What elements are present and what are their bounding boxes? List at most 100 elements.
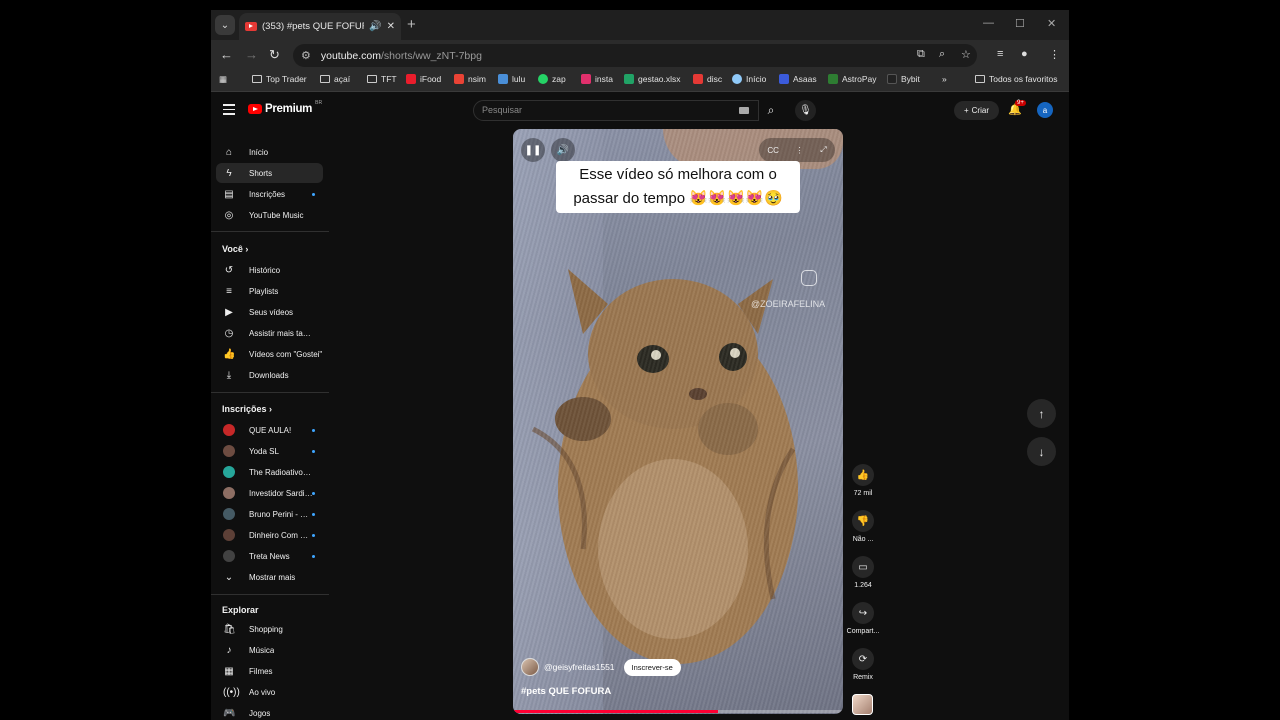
more-options-icon[interactable]: ⋮ — [796, 146, 804, 155]
subscribe-button[interactable]: Inscrever-se — [623, 658, 681, 676]
channel-avatar[interactable] — [521, 658, 539, 676]
menu-kebab-icon[interactable]: ⋮ — [1049, 48, 1060, 61]
bookmark-star-icon[interactable]: ☆ — [961, 48, 971, 61]
sidebar-item-youtube-music[interactable]: ◎ YouTube Music — [216, 205, 323, 225]
next-short-button[interactable]: ↓ — [1027, 437, 1056, 466]
short-title[interactable]: #pets QUE FOFURA — [521, 686, 611, 697]
tab-search-icon[interactable]: ⌄ — [215, 15, 235, 35]
search-input[interactable]: Pesquisar — [473, 100, 759, 121]
subscriptions-section-header[interactable]: Inscrições › — [222, 404, 272, 414]
apps-grid-icon[interactable]: ▦ — [219, 74, 227, 85]
sidebar-item-shorts[interactable]: ϟ Shorts — [216, 163, 323, 183]
reload-icon[interactable]: ↻ — [269, 47, 280, 63]
bookmark-inicio[interactable]: Início — [732, 74, 766, 84]
bookmark-astropay[interactable]: AstroPay — [828, 74, 877, 84]
bookmark-top-trader[interactable]: Top Trader — [252, 74, 307, 84]
sidebar-item-label: Dinheiro Com Vo... — [249, 530, 313, 540]
speaker-icon[interactable]: 🔊 — [369, 21, 381, 32]
more-bookmarks-icon[interactable]: » — [942, 74, 947, 84]
bookmark-acai[interactable]: açaí — [320, 74, 350, 84]
sidebar-channel-treta-news[interactable]: Treta News — [216, 546, 323, 566]
bookmark-ifood[interactable]: iFood — [406, 74, 441, 84]
sidebar-item-liked-videos[interactable]: 👍 Vídeos com "Gostei" — [216, 344, 323, 364]
sidebar-item-your-videos[interactable]: ▶ Seus vídeos — [216, 302, 323, 322]
previous-short-button[interactable]: ↑ — [1027, 399, 1056, 428]
bookmark-gestao[interactable]: gestao.xlsx — [624, 74, 681, 84]
profile-icon[interactable]: ● — [1021, 48, 1028, 60]
browser-tab-active[interactable]: (353) #pets QUE FOFURA - 🔊 ✕ — [239, 13, 401, 40]
you-section-header[interactable]: Você › — [222, 244, 248, 254]
logo-country: BR — [315, 100, 323, 106]
sidebar-channel-investidor[interactable]: Investidor Sardin... — [216, 483, 323, 503]
bookmark-insta[interactable]: insta — [581, 74, 613, 84]
site-info-icon[interactable]: ⚙ — [301, 49, 311, 62]
sidebar-item-history[interactable]: ↺ Histórico — [216, 260, 323, 280]
sidebar-item-home[interactable]: ⌂ Início — [216, 142, 323, 162]
bookmark-tft[interactable]: TFT — [367, 74, 397, 84]
youtube-premium-logo[interactable]: Premium BR — [248, 100, 323, 115]
install-app-icon[interactable]: ⧉ — [917, 48, 925, 61]
divider — [211, 392, 329, 393]
new-content-dot — [312, 492, 315, 495]
account-avatar[interactable]: a — [1037, 102, 1053, 118]
sidebar-channel-dinheiro[interactable]: Dinheiro Com Vo... — [216, 525, 323, 545]
bookmark-disc[interactable]: disc — [693, 74, 722, 84]
bookmark-lulu[interactable]: lulu — [498, 74, 525, 84]
sidebar-item-subscriptions[interactable]: ▤ Inscrições — [216, 184, 323, 204]
bookmark-nsim[interactable]: nsim — [454, 74, 486, 84]
search-button[interactable]: ⌕ — [759, 100, 783, 121]
bookmark-bybit[interactable]: Bybit — [887, 74, 920, 84]
back-icon[interactable]: ← — [220, 47, 233, 62]
sidebar-item-live[interactable]: ((•)) Ao vivo — [216, 682, 323, 702]
audio-source-thumbnail[interactable] — [852, 694, 873, 715]
close-tab-icon[interactable]: ✕ — [387, 21, 395, 32]
bookmark-asaas[interactable]: Asaas — [779, 74, 817, 84]
sidebar-item-label: Treta News — [249, 551, 290, 561]
bookmark-label: zap — [552, 74, 566, 84]
sidebar-item-gaming[interactable]: 🎮 Jogos — [216, 703, 323, 720]
comments-button[interactable]: ▭ 1.264 — [845, 556, 881, 589]
sidebar-item-playlists[interactable]: ≡ Playlists — [216, 281, 323, 301]
sidebar-item-films[interactable]: ▦ Filmes — [216, 661, 323, 681]
like-button[interactable]: 👍 72 mil — [845, 464, 881, 497]
volume-button[interactable]: 🔊 — [551, 138, 575, 162]
hamburger-menu-icon[interactable] — [223, 104, 235, 118]
address-bar[interactable]: ⚙ youtube.com/shorts/ww_zNT-7bpg — [293, 44, 977, 67]
astropay-icon — [828, 74, 838, 84]
sidebar-channel-bruno-perini[interactable]: Bruno Perini - Vo... — [216, 504, 323, 524]
create-button[interactable]: + Criar — [954, 101, 999, 120]
pause-icon: ❚❚ — [524, 144, 542, 156]
remix-button[interactable]: ⟳ Remix — [845, 648, 881, 681]
sidebar-item-downloads[interactable]: ⤓ Downloads — [216, 365, 323, 385]
minimize-icon[interactable]: — — [983, 17, 994, 29]
all-bookmarks[interactable]: Todos os favoritos — [975, 74, 1058, 84]
sidebar-item-shopping[interactable]: 🛍 Shopping — [216, 619, 323, 639]
zoom-icon[interactable]: ⌕ — [939, 48, 945, 61]
voice-search-button[interactable]: 🎙 — [795, 100, 816, 121]
sidebar-item-music[interactable]: ♪ Música — [216, 640, 323, 660]
close-window-icon[interactable]: ✕ — [1047, 17, 1056, 30]
sidebar-channel-que-aula[interactable]: QUE AULA! — [216, 420, 323, 440]
sidebar-channel-yoda-sl[interactable]: Yoda SL — [216, 441, 323, 461]
forward-icon[interactable]: → — [245, 47, 258, 62]
new-tab-icon[interactable]: + — [407, 16, 416, 33]
channel-name[interactable]: @geisyfreitas1551 — [544, 662, 615, 672]
sidebar-channel-radioativo[interactable]: The Radioativo LoL — [216, 462, 323, 482]
progress-bar[interactable] — [513, 710, 843, 713]
fullscreen-icon[interactable]: ⤢ — [820, 145, 826, 155]
pause-button[interactable]: ❚❚ — [521, 138, 545, 162]
sidebar-item-label: Música — [249, 645, 275, 655]
share-button[interactable]: ↪ Compart... — [845, 602, 881, 635]
media-controls-icon[interactable]: ≡ — [997, 48, 1003, 60]
maximize-icon[interactable]: ☐ — [1015, 17, 1025, 30]
keyboard-icon[interactable] — [739, 107, 749, 114]
sidebar-item-watch-later[interactable]: ◷ Assistir mais tarde — [216, 323, 323, 343]
dislike-button[interactable]: 👎 Não ... — [845, 510, 881, 543]
sidebar-show-more[interactable]: ⌄ Mostrar mais — [216, 567, 323, 587]
gmail-icon — [454, 74, 464, 84]
section-title: Você — [222, 244, 243, 254]
shorts-player[interactable]: ❚❚ 🔊 CC ⋮ ⤢ Esse vídeo só melhora com o … — [513, 129, 843, 714]
captions-icon[interactable]: CC — [767, 146, 779, 155]
bookmark-zap[interactable]: zap — [538, 74, 566, 84]
channel-avatar — [223, 424, 235, 436]
